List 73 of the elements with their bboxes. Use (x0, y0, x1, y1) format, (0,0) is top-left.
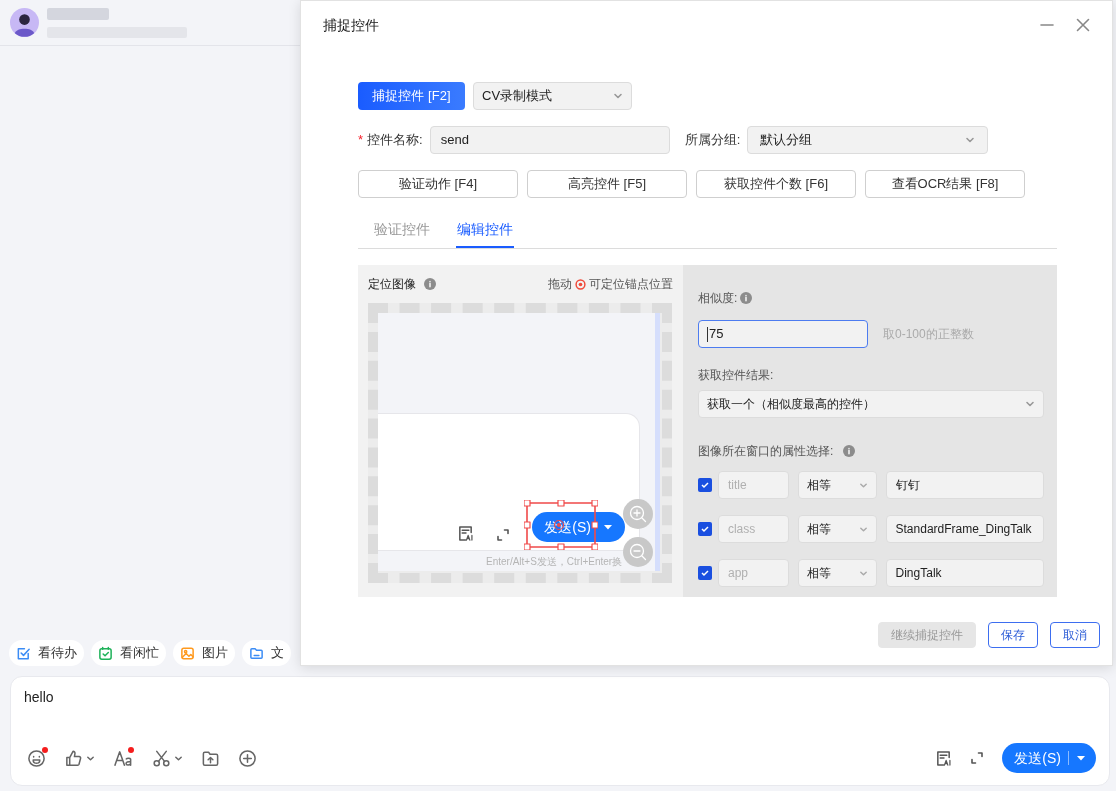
check-icon (699, 480, 710, 490)
chevron-down-icon (613, 91, 623, 101)
info-icon (740, 292, 753, 304)
group-select[interactable]: 默认分组 (747, 126, 989, 154)
chevron-down-icon (858, 568, 868, 578)
operator-select[interactable]: 相等 (797, 515, 877, 543)
smiley-icon[interactable] (27, 748, 46, 768)
dialog-title: 捕捉控件 (323, 15, 379, 35)
panel-title: 定位图像 (368, 276, 416, 293)
blurred-name (47, 7, 109, 20)
field-label: 所属分组: (684, 131, 741, 150)
capture-button[interactable]: 捕捉控件 [F2] (358, 82, 465, 110)
thumbs-up-icon[interactable] (64, 748, 83, 768)
avatar-icon (10, 8, 39, 37)
chevron-down-icon (858, 524, 868, 534)
checkbox[interactable] (698, 566, 712, 580)
footer-button[interactable]: 取消 (1050, 622, 1100, 648)
attribute-value-field[interactable]: DingTalk (885, 559, 1044, 587)
info-icon (843, 445, 856, 457)
field-label: 获取控件结果: (698, 367, 775, 384)
plus-circle-icon[interactable] (238, 748, 257, 768)
send-label[interactable]: 发送(S) (1014, 747, 1061, 769)
send-split-button[interactable]: 发送(S) (1002, 743, 1096, 773)
action-button[interactable]: 获取控件个数 [F6] (696, 170, 856, 198)
chevron-down-icon (858, 480, 868, 490)
result-select[interactable]: 获取一个（相似度最高的控件） (698, 390, 1044, 418)
selection-box[interactable] (524, 500, 598, 550)
attribute-value-field[interactable]: StandardFrame_DingTalk (885, 515, 1044, 543)
chevron-down-icon (1025, 399, 1035, 409)
quick-action-chip[interactable]: 看待办 (9, 640, 84, 666)
info-icon (424, 278, 436, 290)
scissors-icon[interactable] (152, 748, 171, 768)
action-button[interactable]: 查看OCR结果 [F8] (865, 170, 1025, 198)
ai-document-icon (457, 525, 475, 542)
action-button[interactable]: 验证动作 [F4] (358, 170, 518, 198)
field-label: 控件名称: (367, 131, 423, 150)
quick-action-chip[interactable]: 看闲忙 (91, 640, 166, 666)
check-icon (699, 524, 710, 534)
footer-button[interactable]: 保存 (988, 622, 1038, 648)
calendar-check-icon (98, 645, 113, 661)
send-label: 发送(S) (544, 517, 591, 537)
checklist-icon (16, 645, 31, 661)
message-text[interactable]: hello (24, 687, 1096, 708)
action-button[interactable]: 高亮控件 [F5] (527, 170, 687, 198)
expand-icon (496, 528, 511, 542)
chevron-down-icon (965, 135, 976, 145)
caret-down-icon (603, 522, 613, 532)
font-size-icon[interactable] (113, 748, 134, 768)
expand-icon[interactable] (970, 751, 985, 765)
required-mark: * (358, 131, 364, 150)
hint-text: 可定位锚点位置 (589, 276, 673, 293)
quick-action-chip[interactable]: 图片 (173, 640, 235, 666)
quick-action-chip[interactable]: 文 (242, 640, 291, 666)
checkbox[interactable] (698, 478, 712, 492)
tab[interactable]: 编辑控件 (456, 212, 514, 248)
close-icon[interactable] (1076, 18, 1090, 32)
shortcut-hint: Enter/Alt+S发送，Ctrl+Enter换 (486, 554, 623, 569)
mode-select[interactable]: CV录制模式 (473, 82, 632, 110)
operator-select[interactable]: 相等 (797, 471, 877, 499)
target-icon (575, 278, 586, 290)
image-icon (180, 645, 195, 661)
similarity-input[interactable]: 75 (698, 320, 868, 348)
name-input[interactable]: send (429, 126, 670, 154)
check-icon (699, 568, 710, 578)
caret-down-icon[interactable] (1076, 753, 1086, 763)
operator-select[interactable]: 相等 (797, 559, 877, 587)
hint-text: 拖动 (548, 276, 572, 293)
field-label: 相似度: (698, 290, 738, 307)
folder-icon (249, 645, 264, 661)
field-label: 图像所在窗口的属性选择: (698, 443, 834, 460)
ai-document-icon[interactable] (935, 749, 953, 767)
attribute-value-field[interactable]: 钉钉 (885, 471, 1044, 499)
checkbox[interactable] (698, 522, 712, 536)
